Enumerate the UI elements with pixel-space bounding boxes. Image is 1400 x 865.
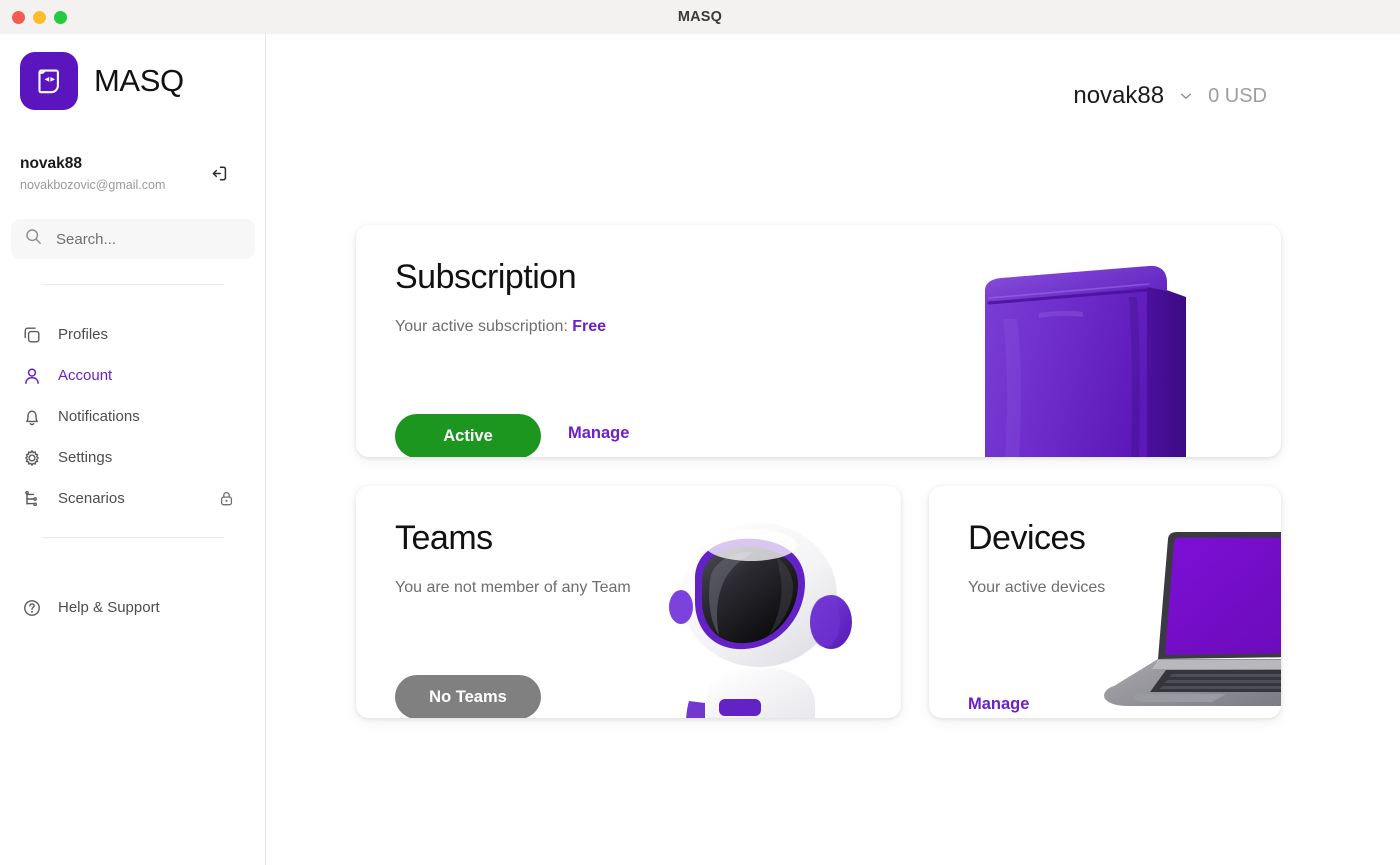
- search-box[interactable]: [11, 219, 255, 259]
- topbar-user-menu[interactable]: novak88: [1073, 82, 1164, 110]
- sidebar-item-help-support[interactable]: Help & Support: [0, 587, 160, 628]
- teams-card: Teams You are not member of any Team No …: [356, 486, 901, 718]
- laptop-purple-screen-illustration: [1092, 529, 1281, 718]
- purple-pouch-bag-illustration: [979, 257, 1209, 457]
- window-titlebar: MASQ: [0, 0, 1400, 34]
- chevron-down-icon[interactable]: [1178, 88, 1194, 104]
- sidebar-item-label: Settings: [58, 449, 113, 466]
- devices-manage-link[interactable]: Manage: [968, 695, 1029, 714]
- logout-icon[interactable]: [206, 160, 232, 186]
- card-title: Teams: [395, 519, 493, 557]
- main-content: novak88 0 USD Subscription Your active s…: [267, 34, 1400, 865]
- white-purple-robot-illustration: [659, 517, 901, 718]
- card-subtitle: Your active subscription: Free: [395, 318, 606, 336]
- sidebar-item-scenarios[interactable]: Scenarios: [0, 478, 266, 519]
- window-title: MASQ: [677, 9, 723, 25]
- minimize-window-button[interactable]: [33, 10, 46, 24]
- card-title: Subscription: [395, 258, 577, 296]
- app-window: MASQ MASQ novak88 novakbozovic@gmail.com: [0, 0, 1400, 865]
- sidebar-item-profiles[interactable]: Profiles: [0, 314, 266, 355]
- close-window-button[interactable]: [12, 10, 25, 24]
- topbar: novak88 0 USD: [1073, 82, 1267, 110]
- brand: MASQ: [20, 52, 184, 110]
- profiles-copy-icon: [21, 324, 43, 346]
- teams-status-button[interactable]: No Teams: [395, 675, 541, 718]
- sidebar-item-settings[interactable]: Settings: [0, 437, 266, 478]
- sidebar-item-label: Account: [58, 367, 113, 384]
- masq-mask-logo-icon: [20, 52, 78, 110]
- scenarios-tree-icon: [21, 488, 43, 510]
- search-input[interactable]: [56, 230, 236, 248]
- topbar-balance: 0 USD: [1208, 84, 1267, 107]
- sidebar-item-label: Help & Support: [58, 599, 160, 616]
- card-title: Devices: [968, 519, 1086, 557]
- sidebar-nav: Profiles Account Notifications Settings …: [0, 314, 266, 519]
- subscription-manage-link[interactable]: Manage: [568, 424, 629, 443]
- card-subtitle: You are not member of any Team: [395, 579, 631, 596]
- subscription-card: Subscription Your active subscription: F…: [356, 225, 1281, 457]
- devices-card: Devices Your active devices Manage: [929, 486, 1281, 718]
- question-circle-icon: [21, 597, 43, 619]
- lock-icon: [217, 490, 235, 508]
- sidebar-divider-top: [42, 284, 224, 285]
- sidebar-item-label: Profiles: [58, 326, 109, 343]
- sidebar-divider-bottom: [42, 537, 224, 538]
- sidebar-item-notifications[interactable]: Notifications: [0, 396, 266, 437]
- sidebar-account-block[interactable]: novak88 novakbozovic@gmail.com: [20, 154, 246, 194]
- sidebar-item-account[interactable]: Account: [0, 355, 266, 396]
- search-icon: [25, 228, 42, 250]
- user-icon: [21, 365, 43, 387]
- sidebar-item-label: Scenarios: [58, 490, 125, 507]
- subscription-status-button[interactable]: Active: [395, 414, 541, 457]
- gear-icon: [21, 447, 43, 469]
- bell-icon: [21, 406, 43, 428]
- sidebar: MASQ novak88 novakbozovic@gmail.com Sear…: [0, 34, 266, 865]
- sidebar-item-label: Notifications: [58, 408, 140, 425]
- maximize-window-button[interactable]: [54, 10, 67, 24]
- brand-name: MASQ: [94, 63, 184, 98]
- card-subtitle: Your active devices: [968, 579, 1106, 596]
- window-controls: [12, 0, 67, 34]
- subscription-subtitle-prefix: Your active subscription:: [395, 318, 573, 335]
- subscription-plan-value: Free: [572, 318, 607, 335]
